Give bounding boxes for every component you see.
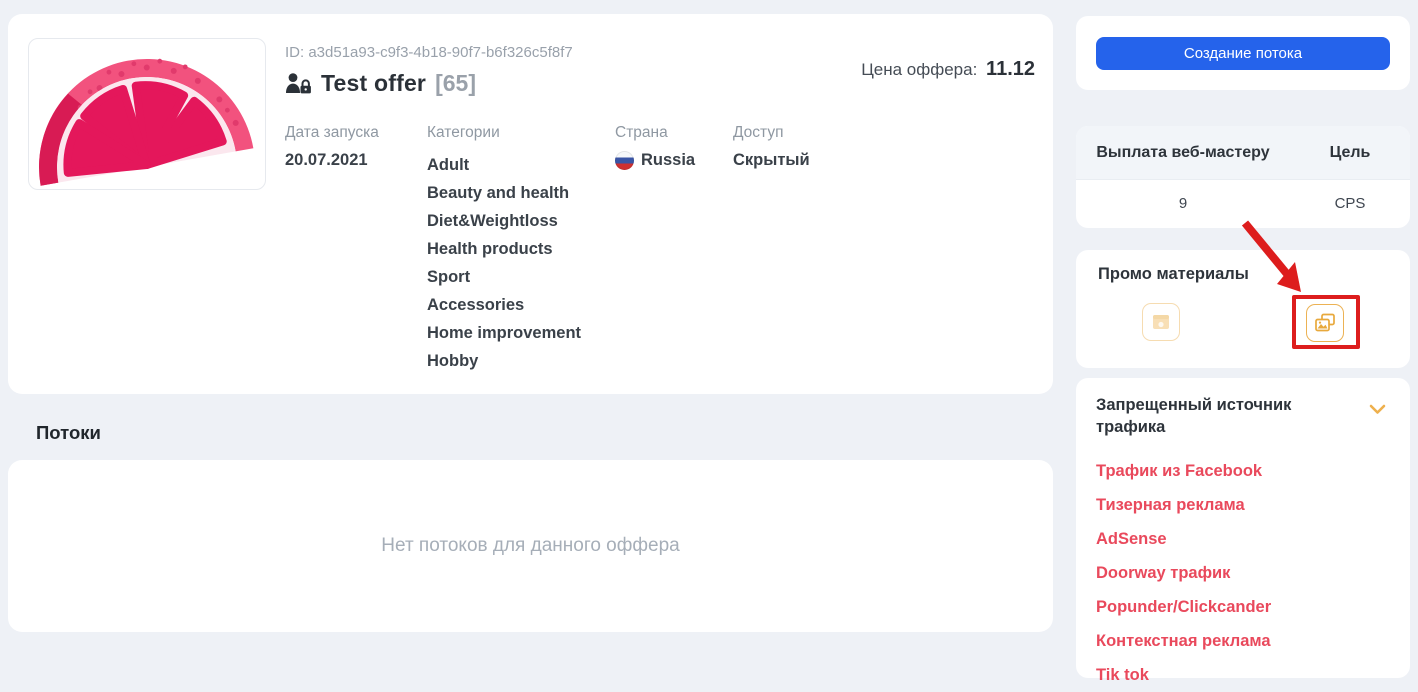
access-value: Скрытый (733, 151, 810, 170)
flows-card: Нет потоков для данного оффера (8, 460, 1053, 632)
stacked-images-icon (1314, 313, 1336, 333)
country-value: Russia (641, 151, 695, 170)
flows-section-title: Потоки (36, 422, 101, 444)
forbidden-link[interactable]: Doorway трафик (1096, 556, 1390, 590)
offer-title: Test offer (321, 70, 426, 97)
payout-value: 9 (1076, 195, 1290, 212)
access-label: Доступ (733, 124, 810, 142)
forbidden-link[interactable]: Popunder/Clickcander (1096, 590, 1390, 624)
goal-value: CPS (1290, 195, 1410, 212)
grapefruit-slice-illustration (29, 39, 265, 189)
offer-id-badge: [65] (435, 70, 476, 97)
category-item: Hobby (427, 347, 615, 375)
russia-flag-icon (615, 151, 634, 170)
category-item: Sport (427, 263, 615, 291)
private-offer-icon (285, 73, 312, 94)
flows-empty-message: Нет потоков для данного оффера (381, 535, 679, 557)
payout-table-row: 9 CPS (1076, 180, 1410, 227)
create-flow-button[interactable]: Создание потока (1096, 37, 1390, 70)
category-item: Beauty and health (427, 179, 615, 207)
category-item: Adult (427, 151, 615, 179)
create-flow-card: Создание потока (1076, 16, 1410, 90)
launch-date-label: Дата запуска (285, 124, 427, 142)
forbidden-link[interactable]: Tik tok (1096, 658, 1390, 692)
offer-product-image (28, 38, 266, 190)
forbidden-link[interactable]: Тизерная реклама (1096, 488, 1390, 522)
offer-price: Цена оффера: 11.12 (861, 58, 1035, 81)
browser-window-icon (1151, 313, 1171, 331)
payout-header-goal: Цель (1290, 144, 1410, 162)
payout-table-header: Выплата веб-мастеру Цель (1076, 126, 1410, 180)
payout-header-webmaster: Выплата веб-мастеру (1076, 144, 1290, 162)
landing-page-icon[interactable] (1142, 303, 1180, 341)
category-item: Diet&Weightloss (427, 207, 615, 235)
offer-price-value: 11.12 (986, 58, 1035, 80)
category-item: Accessories (427, 291, 615, 319)
category-item: Health products (427, 235, 615, 263)
chevron-down-icon[interactable] (1369, 404, 1386, 415)
categories-list: Adult Beauty and health Diet&Weightloss … (427, 151, 615, 375)
forbidden-link[interactable]: Трафик из Facebook (1096, 454, 1390, 488)
launch-date-value: 20.07.2021 (285, 151, 427, 170)
forbidden-sources-list: Трафик из Facebook Тизерная реклама AdSe… (1096, 454, 1390, 692)
forbidden-link[interactable]: Контекстная реклама (1096, 624, 1390, 658)
promo-materials-title: Промо материалы (1098, 265, 1249, 284)
forbidden-link[interactable]: AdSense (1096, 522, 1390, 556)
offer-price-label: Цена оффера: (861, 60, 977, 79)
offer-card: ID: a3d51a93-c9f3-4b18-90f7-b6f326c5f8f7… (8, 14, 1053, 394)
forbidden-sources-title: Запрещенный источник трафика (1096, 394, 1306, 438)
country-label: Страна (615, 124, 733, 142)
payout-table-card: Выплата веб-мастеру Цель 9 CPS (1076, 126, 1410, 228)
categories-label: Категории (427, 124, 615, 142)
offer-id: ID: a3d51a93-c9f3-4b18-90f7-b6f326c5f8f7 (285, 44, 573, 61)
forbidden-sources-card: Запрещенный источник трафика Трафик из F… (1076, 378, 1410, 678)
promo-materials-card: Промо материалы (1076, 250, 1410, 368)
category-item: Home improvement (427, 319, 615, 347)
gallery-images-icon[interactable] (1306, 304, 1344, 342)
